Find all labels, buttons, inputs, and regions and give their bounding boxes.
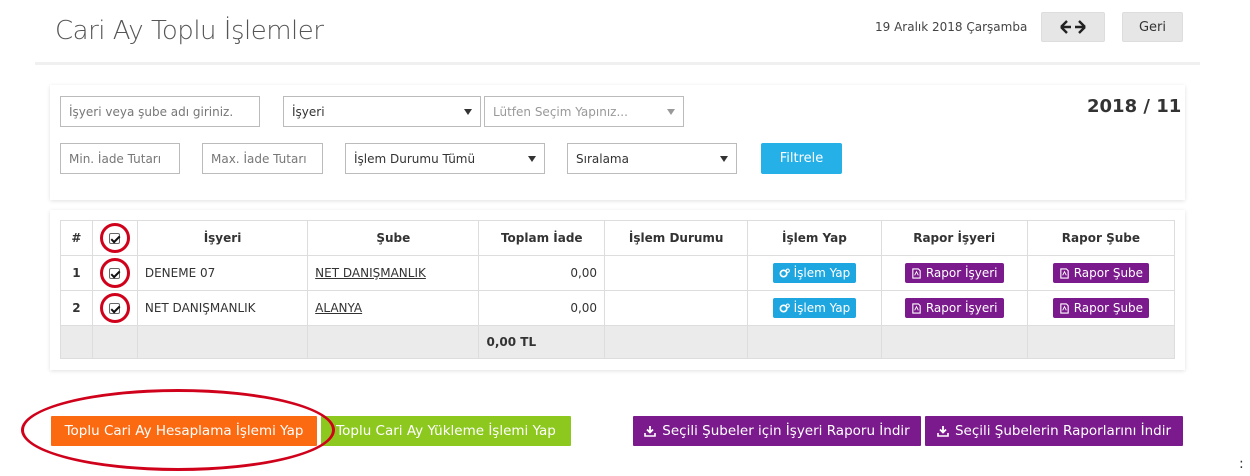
branch-link-cell: NET DANIŞMANLIK (307, 255, 480, 291)
col-header-total: Toplam İade (478, 220, 606, 256)
business-type-select[interactable]: İşyeri (283, 96, 481, 127)
row-checkbox[interactable] (109, 267, 121, 279)
branch-link[interactable]: ALANYA (315, 301, 362, 315)
pdf-file-icon (1059, 302, 1069, 314)
download-business-report-label: Seçili Şubeler için İşyeri Raporu İndir (662, 423, 910, 439)
report-branch-button[interactable]: Rapor Şube (1052, 263, 1150, 283)
total-cell-empty (880, 325, 1028, 359)
row-select-cell (91, 290, 138, 326)
business-name: NET DANIŞMANLIK (136, 290, 309, 326)
row-select-highlight (99, 258, 130, 288)
table-panel: # İşyeri Şube Toplam İade İşlem Durumu İ… (50, 210, 1185, 370)
col-header-report-branch: Rapor Şube (1026, 220, 1176, 256)
table-header-row: # İşyeri Şube Toplam İade İşlem Durumu İ… (60, 220, 1176, 256)
download-icon (937, 426, 949, 437)
process-button-label: İşlem Yap (793, 301, 851, 315)
total-cell-empty (604, 325, 749, 359)
process-button-label: İşlem Yap (793, 266, 851, 280)
header-date: 19 Aralık 2018 Çarşamba (875, 20, 1028, 34)
total-cell-empty (91, 325, 138, 359)
bulk-upload-button[interactable]: Toplu Cari Ay Yükleme İşlemi Yap (321, 416, 571, 446)
table-row: 2 NET DANIŞMANLIK ALANYA 0,00 İşlem Yap (60, 290, 1176, 326)
bulk-calculate-button[interactable]: Toplu Cari Ay Hesaplama İşlemi Yap (51, 416, 317, 446)
branch-link[interactable]: NET DANIŞMANLIK (315, 266, 426, 280)
report-branch-label: Rapor Şube (1073, 301, 1144, 315)
col-header-business: İşyeri (136, 220, 309, 256)
row-number: 2 (60, 290, 93, 326)
col-header-no: # (60, 220, 93, 256)
select-all-highlight (99, 223, 130, 253)
process-button[interactable]: İşlem Yap (772, 298, 857, 318)
col-header-branch: Şube (307, 220, 480, 256)
min-refund-input[interactable]: Min. İade Tutarı (60, 143, 180, 174)
download-branch-reports-label: Seçili Şubelerin Raporlarını İndir (954, 423, 1172, 439)
report-business-button[interactable]: Rapor İşyeri (904, 263, 1004, 283)
refund-total: 0,00 (478, 290, 606, 326)
grand-total: 0,00 TL (478, 325, 606, 359)
row-number: 1 (60, 255, 93, 291)
business-name: DENEME 07 (136, 255, 309, 291)
filter-button[interactable]: Filtrele (761, 143, 842, 174)
report-business-label: Rapor İşyeri (925, 266, 998, 280)
total-cell-empty (747, 325, 882, 359)
report-business-label: Rapor İşyeri (925, 301, 998, 315)
status-select[interactable]: İşlem Durumu Tümü (345, 143, 545, 174)
download-branch-reports-button[interactable]: Seçili Şubelerin Raporlarını İndir (925, 416, 1183, 446)
report-branch-cell: Rapor Şube (1026, 290, 1176, 326)
total-row: 0,00 TL (60, 325, 1176, 359)
pdf-file-icon (912, 302, 921, 314)
col-header-select (91, 220, 138, 256)
gears-icon (779, 303, 790, 313)
stray-mark: : (1239, 456, 1244, 472)
action-cell: İşlem Yap (747, 255, 882, 291)
report-branch-cell: Rapor Şube (1026, 255, 1176, 291)
total-cell-empty (1026, 325, 1176, 359)
search-input[interactable]: İşyeri veya şube adı giriniz. (60, 96, 260, 127)
report-business-cell: Rapor İşyeri (880, 290, 1028, 326)
back-button[interactable]: Geri (1122, 12, 1183, 42)
filter-panel: İşyeri veya şube adı giriniz. İşyeri Lüt… (50, 85, 1185, 200)
process-button[interactable]: İşlem Yap (772, 263, 857, 283)
download-icon (644, 426, 657, 437)
select-all-checkbox[interactable] (109, 232, 121, 244)
col-header-action: İşlem Yap (747, 220, 882, 256)
report-branch-button[interactable]: Rapor Şube (1052, 298, 1150, 318)
nav-arrows-button[interactable] (1041, 12, 1105, 42)
branch-link-cell: ALANYA (307, 290, 480, 326)
process-status (604, 255, 749, 291)
row-checkbox[interactable] (109, 302, 121, 314)
pdf-file-icon (1059, 267, 1069, 279)
pdf-file-icon (912, 267, 921, 279)
process-status (604, 290, 749, 326)
report-business-button[interactable]: Rapor İşyeri (904, 298, 1004, 318)
report-branch-label: Rapor Şube (1073, 266, 1144, 280)
total-cell-empty (136, 325, 309, 359)
col-header-status: İşlem Durumu (604, 220, 749, 256)
page-title: Cari Ay Toplu İşlemler (55, 16, 324, 46)
report-business-cell: Rapor İşyeri (880, 255, 1028, 291)
max-refund-input[interactable]: Max. İade Tutarı (202, 143, 323, 174)
header-divider (35, 62, 1200, 65)
refund-total: 0,00 (478, 255, 606, 291)
total-cell-empty (307, 325, 480, 359)
col-header-report-business: Rapor İşyeri (880, 220, 1028, 256)
results-table: # İşyeri Şube Toplam İade İşlem Durumu İ… (60, 220, 1176, 359)
download-business-report-button[interactable]: Seçili Şubeler için İşyeri Raporu İndir (633, 416, 921, 446)
row-select-cell (91, 255, 138, 291)
action-cell: İşlem Yap (747, 290, 882, 326)
left-right-arrows-icon (1060, 20, 1086, 34)
total-cell-empty (60, 325, 93, 359)
period-label: 2018 / 11 (1087, 96, 1182, 117)
sort-select[interactable]: Sıralama (567, 143, 737, 174)
row-select-highlight (99, 293, 130, 323)
choice-select[interactable]: Lütfen Seçim Yapınız... (484, 96, 684, 127)
gears-icon (779, 268, 790, 278)
table-row: 1 DENEME 07 NET DANIŞMANLIK 0,00 İşlem Y… (60, 255, 1176, 291)
